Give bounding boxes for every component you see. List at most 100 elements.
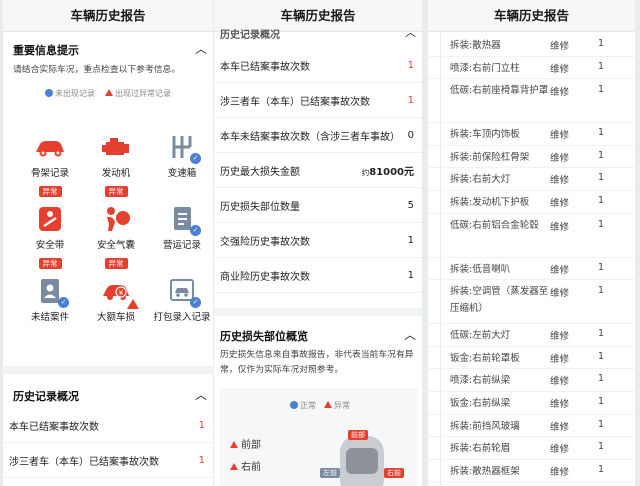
part-name: 低碳:右前座椅靠背护罩 [450, 85, 549, 97]
list-item: 拆装:车顶内饰板 维修 1 [428, 123, 635, 146]
status-badge: 异常 [104, 258, 128, 269]
notice-text: 请结合实际车况，重点检查以下参考信息。 [13, 65, 181, 75]
item-gearbox[interactable]: ✓ 变速箱 [149, 132, 213, 179]
partial-section-title: 历史记录概况 [220, 30, 280, 41]
repair-type: 维修 [550, 444, 570, 456]
check-icon: ✓ [190, 153, 201, 164]
list-item: 喷漆:右前门立柱 维修 1 [428, 57, 635, 80]
repair-count: 1 [598, 195, 605, 206]
repair-count: 1 [598, 373, 605, 385]
part-label-right-front: 右前 [230, 458, 261, 473]
repair-type: 维修 [550, 175, 570, 187]
part-name: 拆装:低音喇叭 [450, 263, 511, 275]
part-name: 拆装:右前轮眉 [450, 443, 511, 455]
collapse-chevron-icon[interactable]: ︿ [195, 40, 207, 57]
repair-type: 维修 [550, 41, 570, 52]
section-divider [214, 308, 422, 316]
repair-count: 1 [598, 149, 605, 161]
item-operation-record[interactable]: ✓ 营运记录 [149, 204, 213, 251]
item-engine[interactable]: 发动机 异常 [83, 132, 149, 198]
collapse-chevron-icon[interactable]: ︿ [404, 326, 416, 343]
repair-count: 1 [598, 218, 605, 230]
list-item: 低碳:左前大灯 维修 1 [428, 324, 635, 347]
warning-icon [105, 89, 113, 96]
part-name: 低碳:右前铝合金轮毂 [450, 219, 539, 231]
list-item: 拆装:空调管（蒸发器至压缩机） 维修 1 [428, 280, 635, 325]
legend: 未出现记录 出现过异常记录 [45, 88, 171, 99]
repair-type: 维修 [550, 130, 570, 142]
stat-row: 本车已结案事故次数 1 [3, 408, 213, 443]
item-frame-record[interactable]: 骨架记录 异常 [17, 132, 83, 198]
car-icon [33, 132, 67, 162]
repair-type: 维修 [550, 399, 570, 410]
collapse-chevron-icon[interactable]: ︿ [195, 386, 207, 403]
repair-type: 维修 [550, 152, 570, 164]
damage-note: 历史损失信息来自事故报告，非代表当前车况有异常，仅作为实际车况对照参考。 [220, 350, 414, 375]
part-name: 拆装:散热器 [450, 40, 501, 51]
repair-count: 1 [598, 441, 605, 453]
part-name: 拆装:空调管（蒸发器至压缩机） [450, 286, 549, 315]
part-name: 拆装:车顶内饰板 [450, 129, 520, 141]
svg-text:¥: ¥ [119, 289, 124, 297]
list-item: 拆装:前保险杠骨架 维修 1 [428, 146, 635, 169]
repair-type: 维修 [550, 353, 570, 365]
repair-count: 1 [598, 328, 605, 340]
report-panel-damage-list: 车辆历史报告 拆装:散热器 维修 1 喷漆:右前门立柱 维修 1 低碳:右前座椅靠背护罩 维修… [428, 0, 635, 486]
warning-icon [230, 463, 238, 470]
repair-count: 1 [598, 418, 605, 430]
stat-row: 涉三者车（本车）已结案事故次数 1 [3, 443, 213, 478]
part-name: 钣金:右前轮罩板 [450, 352, 520, 364]
list-item: 拆装:前挡风玻璃 维修 1 [428, 415, 635, 438]
car-tag-front: 前部 [348, 430, 368, 440]
part-name: 拆装:发动机下护板 [450, 197, 530, 208]
repair-count: 1 [598, 172, 605, 184]
airbag-icon [99, 204, 133, 234]
repair-type: 维修 [550, 264, 570, 276]
check-icon: ✓ [190, 297, 201, 308]
section-divider [3, 366, 213, 374]
repair-type: 维修 [550, 63, 570, 75]
repair-type: 维修 [550, 376, 570, 388]
item-seatbelt[interactable]: 安全带 异常 [17, 204, 83, 270]
collapse-chevron-icon[interactable]: ︿ [405, 24, 416, 40]
report-panel-history: 车辆历史报告 历史记录概况 ︿ 本车已结案事故次数 1 涉三者车（本车）已结案事故… [214, 0, 422, 486]
engine-icon [99, 132, 133, 162]
repair-type: 维修 [550, 198, 570, 209]
stat-row: 本车已结案事故次数 1 [214, 48, 422, 83]
check-icon [290, 401, 298, 409]
page-title: 车辆历史报告 [3, 0, 213, 32]
document-icon: ✓ [165, 204, 201, 236]
status-badge: 异常 [38, 186, 62, 197]
part-name: 喷漆:右前纵梁 [450, 375, 511, 387]
stat-row: 交强险历史事故次数 1 [214, 223, 422, 258]
check-icon: ✓ [58, 297, 69, 308]
part-name: 拆装:前挡风玻璃 [450, 420, 520, 432]
car-tag-right-front: 右前 [384, 468, 404, 478]
part-name: 喷漆:右前门立柱 [450, 62, 520, 74]
repair-type: 维修 [550, 288, 570, 300]
repair-count: 1 [598, 261, 605, 273]
repair-count: 1 [598, 127, 605, 139]
item-pending-case[interactable]: ✓ 未结案件 [17, 276, 83, 323]
stat-row: 涉三者车（本车）已结案事故次数 1 [214, 83, 422, 118]
part-name: 低碳:左前大灯 [450, 330, 511, 342]
part-label-front: 前部 [230, 436, 261, 451]
item-major-damage[interactable]: ¥ 大额车损 [83, 276, 149, 323]
repair-count: 1 [598, 60, 605, 72]
car-tag-left-front: 左前 [320, 468, 340, 478]
warning-icon [324, 401, 332, 408]
list-item: 钣金:右前纵梁 维修 1 [428, 392, 635, 415]
status-badge: 异常 [38, 258, 62, 269]
item-package-record[interactable]: ✓ 打包录入记录 [149, 276, 213, 323]
gearbox-icon: ✓ [165, 132, 201, 164]
repair-type: 维修 [550, 466, 570, 478]
item-airbag[interactable]: 安全气囊 异常 [83, 204, 149, 270]
part-name: 钣金:右前纵梁 [450, 398, 511, 409]
repair-count: 1 [598, 350, 605, 362]
repair-count: 1 [598, 396, 605, 407]
section-title-damage: 历史损失部位概览 [220, 330, 308, 343]
list-item: 低碳:右前座椅靠背护罩 维修 1 [428, 79, 635, 124]
section-title-important: 重要信息提示 [13, 44, 79, 57]
list-item: 喷漆:右前纵梁 维修 1 [428, 369, 635, 392]
stat-row: 商业险历史事故次数 1 [214, 258, 422, 293]
